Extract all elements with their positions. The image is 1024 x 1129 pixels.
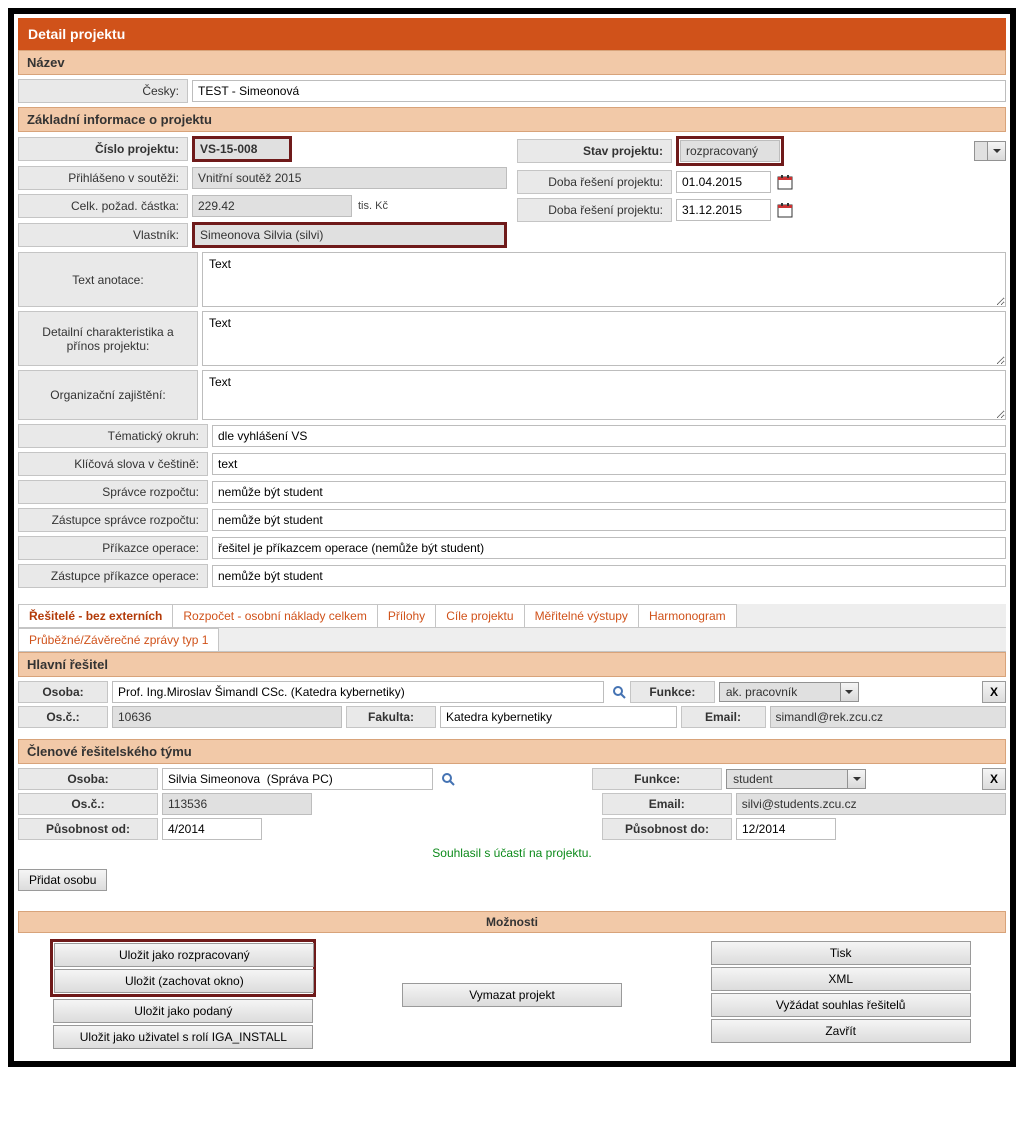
select-cl-funkce[interactable]: student — [726, 769, 866, 789]
value-soutez: Vnitřní soutěž 2015 — [192, 167, 507, 189]
button-cl-remove[interactable]: X — [982, 768, 1006, 790]
label-tema: Tématický okruh: — [18, 424, 208, 448]
search-icon[interactable] — [441, 772, 455, 786]
textarea-org[interactable] — [202, 370, 1006, 420]
input-prikazce[interactable] — [212, 537, 1006, 559]
label-hr-funkce: Funkce: — [630, 681, 715, 703]
label-hr-email: Email: — [681, 706, 766, 728]
label-cl-do: Působnost do: — [602, 818, 732, 840]
label-org: Organizační zajištění: — [18, 370, 198, 420]
chevron-down-icon — [840, 683, 858, 701]
tab-zpravy[interactable]: Průběžné/Závěrečné zprávy typ 1 — [18, 628, 219, 652]
tab-resitele[interactable]: Řešitelé - bez externích — [18, 604, 173, 628]
button-save-submitted[interactable]: Uložit jako podaný — [53, 999, 313, 1023]
section-basic-header: Základní informace o projektu — [18, 107, 1006, 132]
tabs-row-2: Průběžné/Závěrečné zprávy typ 1 — [18, 628, 1006, 652]
consent-text: Souhlasil s účastí na projektu. — [18, 843, 1006, 863]
label-doba1: Doba řešení projektu: — [517, 170, 672, 194]
button-add-person[interactable]: Přidat osobu — [18, 869, 107, 891]
label-cl-od: Působnost od: — [18, 818, 158, 840]
label-cl-funkce: Funkce: — [592, 768, 722, 790]
label-cl-email: Email: — [602, 793, 732, 815]
label-cesky: Česky: — [18, 79, 188, 103]
input-doba2[interactable] — [676, 199, 771, 221]
textarea-anotace[interactable] — [202, 252, 1006, 307]
section-clenove-header: Členové řešitelského týmu — [18, 739, 1006, 764]
select-stav[interactable] — [974, 141, 1006, 161]
input-cl-do[interactable] — [736, 818, 836, 840]
tab-prilohy[interactable]: Přílohy — [377, 604, 436, 628]
input-klicova[interactable] — [212, 453, 1006, 475]
input-cl-osoba[interactable] — [162, 768, 433, 790]
unit-castka: tis. Kč — [352, 200, 388, 212]
value-hr-email: simandl@rek.zcu.cz — [770, 706, 1007, 728]
section-moznosti-header: Možnosti — [18, 911, 1006, 933]
label-cl-osoba: Osoba: — [18, 768, 158, 790]
label-hr-osoba: Osoba: — [18, 681, 108, 703]
value-castka: 229.42 — [192, 195, 352, 217]
value-vlastnik: Simeonova Silvia (silvi) — [192, 222, 507, 248]
input-tema[interactable] — [212, 425, 1006, 447]
value-cislo: VS-15-008 — [192, 136, 292, 162]
button-print[interactable]: Tisk — [711, 941, 971, 965]
input-spravce[interactable] — [212, 481, 1006, 503]
button-save-keep[interactable]: Uložit (zachovat okno) — [54, 969, 314, 993]
label-zspravce: Zástupce správce rozpočtu: — [18, 508, 208, 532]
button-xml[interactable]: XML — [711, 967, 971, 991]
calendar-icon[interactable] — [777, 174, 793, 190]
button-close[interactable]: Zavřít — [711, 1019, 971, 1043]
input-hr-osoba[interactable] — [112, 681, 604, 703]
section-nazev-header: Název — [18, 50, 1006, 75]
label-soutez: Přihlášeno v soutěži: — [18, 166, 188, 190]
button-save-draft[interactable]: Uložit jako rozpracovaný — [54, 943, 314, 967]
label-spravce: Správce rozpočtu: — [18, 480, 208, 504]
section-hlavni-header: Hlavní řešitel — [18, 652, 1006, 677]
label-vlastnik: Vlastník: — [18, 223, 188, 247]
textarea-detail[interactable] — [202, 311, 1006, 366]
button-hr-remove[interactable]: X — [982, 681, 1006, 703]
label-detail: Detailní charakteristika a přínos projek… — [18, 311, 198, 366]
select-hr-funkce[interactable]: ak. pracovník — [719, 682, 859, 702]
input-cesky[interactable] — [192, 80, 1006, 102]
value-stav: rozpracovaný — [680, 140, 780, 162]
tab-harmonogram[interactable]: Harmonogram — [638, 604, 737, 628]
tab-rozpocet[interactable]: Rozpočet - osobní náklady celkem — [172, 604, 377, 628]
value-cl-email: silvi@students.zcu.cz — [736, 793, 1006, 815]
label-hr-fakulta: Fakulta: — [346, 706, 436, 728]
button-request-consent[interactable]: Vyžádat souhlas řešitelů — [711, 993, 971, 1017]
chevron-down-icon — [987, 142, 1005, 160]
label-klicova: Klíčová slova v češtině: — [18, 452, 208, 476]
label-castka: Celk. požad. částka: — [18, 194, 188, 218]
button-delete-project[interactable]: Vymazat projekt — [402, 983, 622, 1007]
label-anotace: Text anotace: — [18, 252, 198, 307]
input-hr-fakulta[interactable] — [440, 706, 677, 728]
tab-vystupy[interactable]: Měřitelné výstupy — [524, 604, 639, 628]
label-doba2: Doba řešení projektu: — [517, 198, 672, 222]
input-cl-od[interactable] — [162, 818, 262, 840]
label-zprikazce: Zástupce příkazce operace: — [18, 564, 208, 588]
label-hr-osc: Os.č.: — [18, 706, 108, 728]
label-prikazce: Příkazce operace: — [18, 536, 208, 560]
tab-cile[interactable]: Cíle projektu — [435, 604, 524, 628]
label-stav: Stav projektu: — [517, 139, 672, 163]
input-zspravce[interactable] — [212, 509, 1006, 531]
input-doba1[interactable] — [676, 171, 771, 193]
search-icon[interactable] — [612, 685, 626, 699]
tabs-row-1: Řešitelé - bez externích Rozpočet - osob… — [18, 604, 1006, 628]
chevron-down-icon — [847, 770, 865, 788]
button-save-iga[interactable]: Uložit jako uživatel s rolí IGA_INSTALL — [53, 1025, 313, 1049]
page-title: Detail projektu — [18, 18, 1006, 50]
calendar-icon[interactable] — [777, 202, 793, 218]
input-zprikazce[interactable] — [212, 565, 1006, 587]
value-hr-osc: 10636 — [112, 706, 342, 728]
value-cl-osc: 113536 — [162, 793, 312, 815]
label-cl-osc: Os.č.: — [18, 793, 158, 815]
label-cislo: Číslo projektu: — [18, 137, 188, 161]
